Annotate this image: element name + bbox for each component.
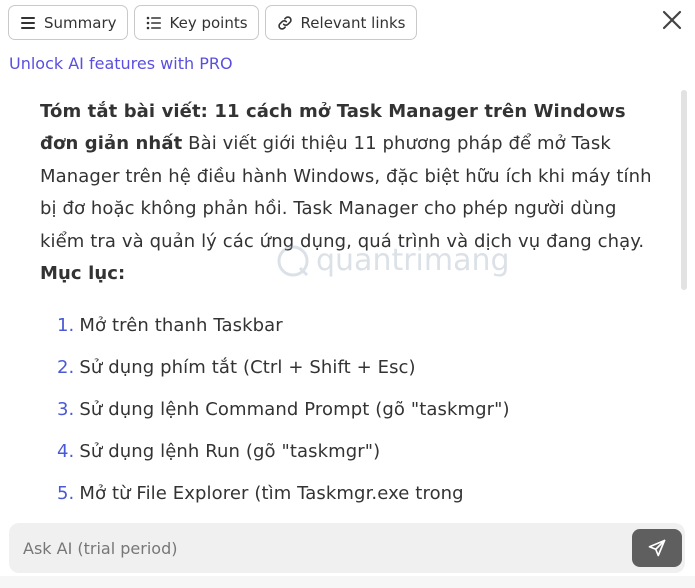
tab-key-points-label: Key points [169,13,248,32]
list-text: Mở trên thanh Taskbar [79,315,283,337]
list-number: 3. [57,399,75,421]
list-item: 4. Sử dụng lệnh Run (gõ "taskmgr") [57,436,655,468]
list-number: 2. [57,357,75,379]
tab-relevant-links-label: Relevant links [300,13,406,32]
list-number: 1. [57,315,75,337]
toc-heading: Mục lục: [40,263,126,285]
close-icon [662,10,682,30]
list-text: Mở từ File Explorer (tìm Taskmgr.exe tro… [79,483,464,505]
tab-bar: Summary Key points Relevant links [8,5,417,40]
scrollbar-thumb[interactable] [681,90,687,290]
list-item: 5. Mở từ File Explorer (tìm Taskmgr.exe t… [57,478,655,510]
send-icon [648,539,666,557]
ask-bar [9,523,685,573]
list-icon [146,16,161,29]
list-text: Sử dụng lệnh Command Prompt (gõ "taskmgr… [79,399,510,421]
toc-list: 1. Mở trên thanh Taskbar 2. Sử dụng phím t… [40,310,655,510]
summary-content: Tóm tắt bài viết: 11 cách mở Task Manage… [9,90,685,518]
list-item: 1. Mở trên thanh Taskbar [57,310,655,342]
link-icon [277,15,292,30]
list-item: 2. Sử dụng phím tắt (Ctrl + Shift + Esc) [57,352,655,384]
background-window-strip [0,576,695,588]
list-text: Sử dụng lệnh Run (gõ "taskmgr") [79,441,381,463]
close-button[interactable] [660,8,684,32]
tab-key-points[interactable]: Key points [133,5,259,40]
tab-summary-label: Summary [44,13,117,32]
tab-relevant-links[interactable]: Relevant links [264,5,417,40]
tab-summary[interactable]: Summary [8,5,128,40]
ask-ai-input[interactable] [9,523,619,573]
list-text: Sử dụng phím tắt (Ctrl + Shift + Esc) [79,357,416,379]
summary-paragraph: Tóm tắt bài viết: 11 cách mở Task Manage… [40,96,655,290]
send-button[interactable] [632,529,682,567]
list-item: 3. Sử dụng lệnh Command Prompt (gõ "taskm… [57,394,655,426]
list-number: 4. [57,441,75,463]
list-number: 5. [57,483,75,505]
unlock-pro-link[interactable]: Unlock AI features with PRO [9,54,233,73]
menu-icon [21,16,35,29]
